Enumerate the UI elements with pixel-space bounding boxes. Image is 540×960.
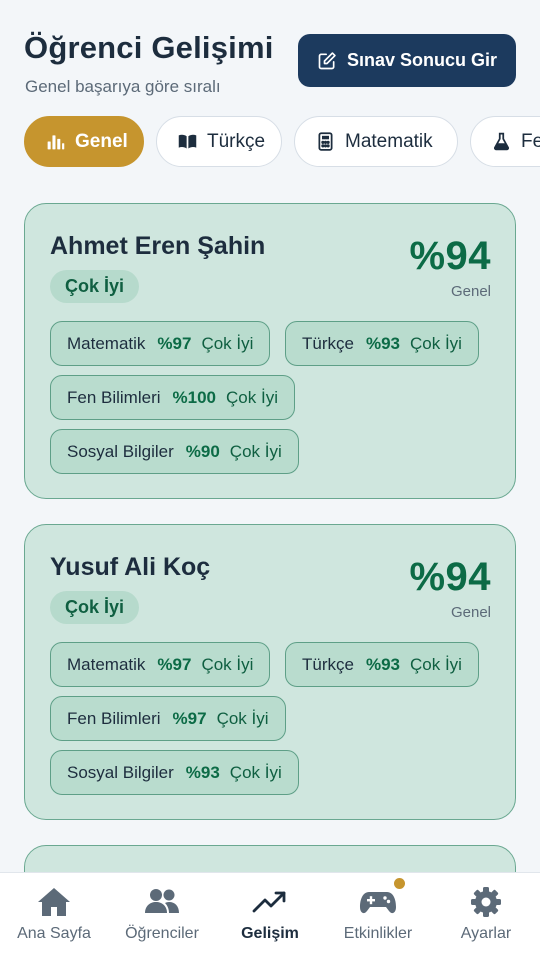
overall-score-label: Genel xyxy=(450,283,491,300)
subject-level: Çok İyi xyxy=(226,387,278,407)
bottom-nav: Ana Sayfa Öğrenciler Gelişim Etkinlikler xyxy=(0,872,540,960)
flask-icon xyxy=(494,132,509,151)
nav-label: Ayarlar xyxy=(460,925,512,942)
enter-exam-result-label: Sınav Sonucu Gir xyxy=(346,50,498,70)
subject-name: Sosyal Bilgiler xyxy=(67,762,174,782)
notification-badge xyxy=(394,878,405,889)
subject-score: %97 xyxy=(172,708,207,728)
subject-score: %93 xyxy=(185,762,220,782)
subject-name: Türkçe xyxy=(302,333,354,353)
subject-score: %100 xyxy=(172,387,217,407)
subject-level: Çok İyi xyxy=(410,333,462,353)
users-icon xyxy=(145,889,179,913)
page-title: Öğrenci Gelişimi xyxy=(24,30,274,65)
subject-score: %97 xyxy=(157,333,192,353)
subject-chip: Türkçe %93 Çok İyi xyxy=(285,642,479,687)
student-card[interactable]: Yusuf Ali Koç Çok İyi %94 Genel Matemati… xyxy=(24,524,516,820)
nav-activities[interactable]: Etkinlikler xyxy=(324,873,432,960)
subject-name: Matematik xyxy=(67,654,146,674)
tab-turkce[interactable]: Türkçe xyxy=(156,116,282,167)
subject-name: Sosyal Bilgiler xyxy=(67,441,174,461)
subject-tabs: Genel Türkçe Matematik Fen xyxy=(24,116,540,168)
tab-matematik[interactable]: Matematik xyxy=(294,116,458,167)
subject-level: Çok İyi xyxy=(229,441,282,461)
edit-icon xyxy=(318,51,336,69)
page-subtitle: Genel başarıya göre sıralı xyxy=(25,77,221,96)
tab-label: Türkçe xyxy=(207,130,266,152)
subject-name: Fen Bilimleri xyxy=(67,387,161,407)
subject-chip: Sosyal Bilgiler %93 Çok İyi xyxy=(50,750,299,795)
level-badge: Çok İyi xyxy=(50,591,140,624)
tab-label: Fen xyxy=(521,130,540,152)
subject-score: %97 xyxy=(157,654,192,674)
book-icon xyxy=(178,134,197,149)
student-name: Ahmet Eren Şahin xyxy=(50,232,266,260)
tab-fen[interactable]: Fen xyxy=(470,116,540,167)
subject-name: Türkçe xyxy=(302,654,354,674)
subject-chip: Matematik %97 Çok İyi xyxy=(50,321,271,366)
overall-score-label: Genel xyxy=(450,604,491,621)
subject-chip: Sosyal Bilgiler %90 Çok İyi xyxy=(50,429,299,474)
nav-label: Ana Sayfa xyxy=(17,925,91,942)
nav-progress[interactable]: Gelişim xyxy=(216,873,324,960)
nav-students[interactable]: Öğrenciler xyxy=(108,873,216,960)
bar-chart-icon xyxy=(47,135,65,150)
calculator-icon xyxy=(318,132,333,151)
subject-name: Matematik xyxy=(67,333,146,353)
enter-exam-result-button[interactable]: Sınav Sonucu Gir xyxy=(298,34,516,87)
subject-chip: Fen Bilimleri %97 Çok İyi xyxy=(50,696,286,741)
student-card[interactable]: Ahmet Eren Şahin Çok İyi %94 Genel Matem… xyxy=(24,203,516,499)
gamepad-icon xyxy=(360,892,396,914)
tab-genel[interactable]: Genel xyxy=(24,116,144,167)
nav-label: Öğrenciler xyxy=(125,925,199,942)
nav-label: Etkinlikler xyxy=(343,925,413,942)
tab-label: Matematik xyxy=(345,130,433,152)
trend-icon xyxy=(252,891,286,913)
subject-score: %93 xyxy=(365,333,400,353)
nav-home[interactable]: Ana Sayfa xyxy=(0,873,108,960)
subject-level: Çok İyi xyxy=(410,654,462,674)
subject-chip: Fen Bilimleri %100 Çok İyi xyxy=(50,375,295,420)
nav-settings[interactable]: Ayarlar xyxy=(432,873,540,960)
tab-label: Genel xyxy=(75,130,128,152)
subject-chip: Türkçe %93 Çok İyi xyxy=(285,321,479,366)
page-header: Öğrenci Gelişimi Genel başarıya göre sır… xyxy=(0,0,540,110)
overall-score: %94 xyxy=(409,234,491,278)
home-icon xyxy=(38,888,70,916)
subject-chip: Matematik %97 Çok İyi xyxy=(50,642,271,687)
gear-icon xyxy=(471,887,501,917)
subject-level: Çok İyi xyxy=(216,708,269,728)
subject-score: %93 xyxy=(365,654,400,674)
overall-score: %94 xyxy=(409,555,491,599)
nav-label: Gelişim xyxy=(241,925,299,942)
subject-name: Fen Bilimleri xyxy=(67,708,161,728)
subject-level: Çok İyi xyxy=(201,654,254,674)
subject-level: Çok İyi xyxy=(201,333,254,353)
subject-score: %90 xyxy=(185,441,220,461)
student-name: Yusuf Ali Koç xyxy=(50,553,211,581)
level-badge: Çok İyi xyxy=(50,270,140,303)
subject-level: Çok İyi xyxy=(229,762,282,782)
